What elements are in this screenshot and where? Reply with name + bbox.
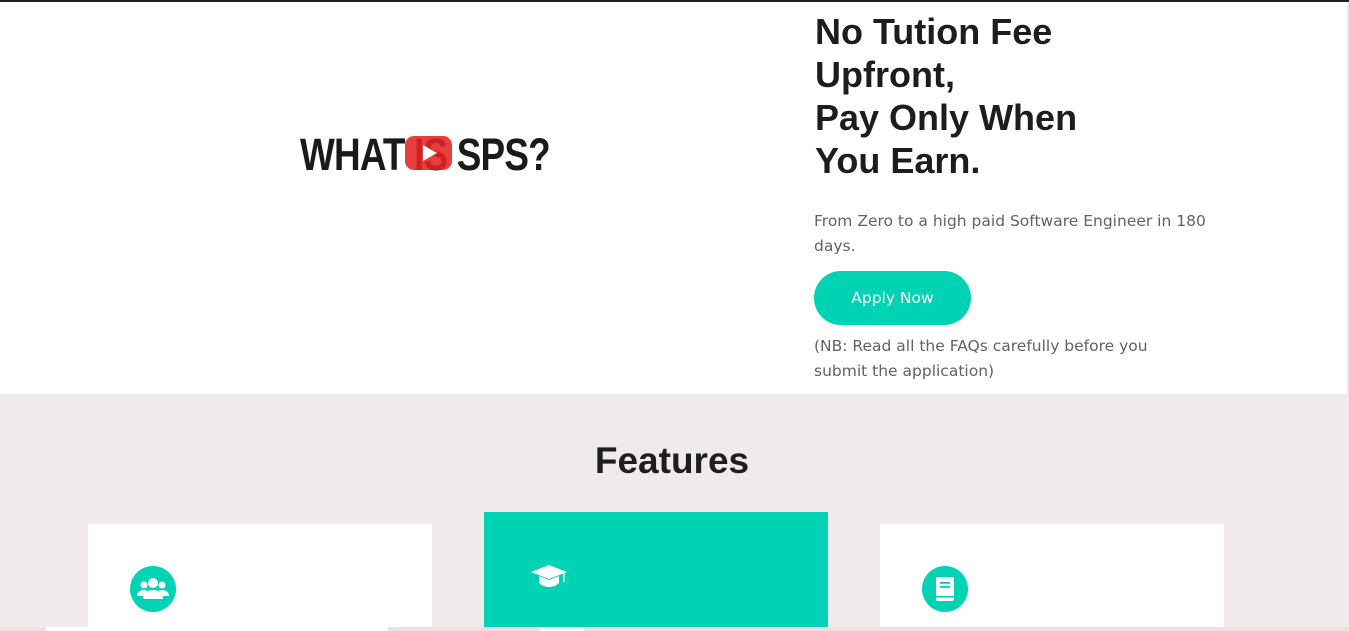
features-section: Features: [0, 394, 1349, 631]
hero-description: From Zero to a high paid Software Engine…: [814, 212, 1206, 255]
bottom-strip: [0, 627, 1349, 631]
faq-note: (NB: Read all the FAQs carefully before …: [814, 337, 1148, 380]
graduation-cap-icon: [530, 562, 568, 590]
book-icon: [922, 566, 968, 612]
hero-headline-line: Upfront,: [815, 54, 955, 95]
apply-now-button[interactable]: Apply Now: [814, 271, 971, 325]
hero-section: WHAT IS SPS? No Tution Fee Upfront, Pay …: [0, 2, 1349, 394]
hero-headline-line: Pay Only When: [815, 97, 1078, 138]
bottom-strip-segment: [540, 627, 584, 631]
hero-headline-line: No Tution Fee: [815, 11, 1053, 52]
feature-card-active[interactable]: [484, 512, 828, 631]
play-icon[interactable]: [405, 136, 452, 170]
hero-headline: No Tution Fee Upfront, Pay Only When You…: [815, 10, 1215, 182]
feature-card[interactable]: [88, 524, 432, 631]
feature-card[interactable]: [880, 524, 1224, 631]
video-title: WHAT IS SPS?: [300, 129, 551, 180]
users-icon: [130, 566, 176, 612]
video-thumbnail[interactable]: WHAT IS SPS?: [300, 127, 551, 183]
bottom-strip-segment: [46, 627, 388, 631]
hero-headline-line: You Earn.: [815, 140, 981, 181]
features-title: Features: [594, 440, 750, 481]
